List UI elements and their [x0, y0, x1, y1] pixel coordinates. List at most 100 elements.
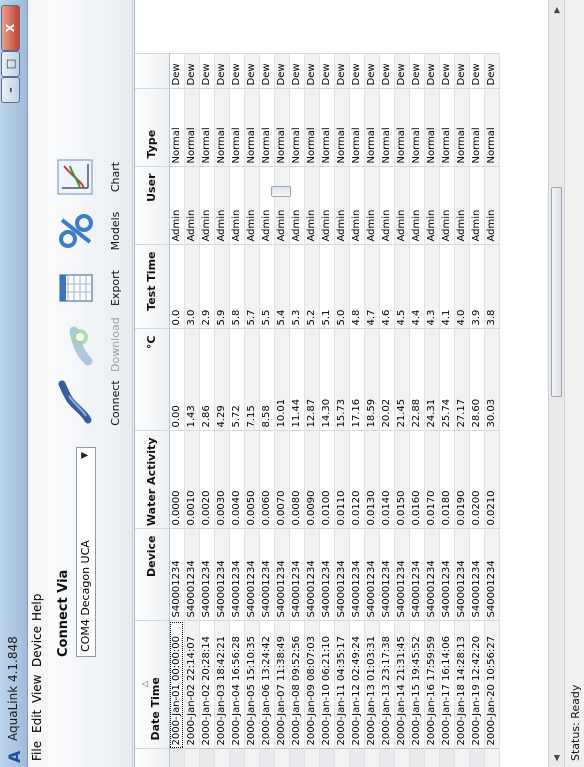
temperature-cell[interactable]: 24.31 [424, 329, 439, 431]
device-cell[interactable]: S40001234 [244, 529, 259, 621]
horizontal-scroll-thumb[interactable] [551, 187, 562, 397]
extra-cell[interactable]: Dew [484, 54, 499, 89]
menu-edit[interactable]: Edit [30, 710, 44, 733]
extra-cell[interactable]: Dew [199, 54, 214, 89]
test-time-cell[interactable]: 5.5 [259, 245, 274, 329]
temperature-cell[interactable]: 7.15 [244, 329, 259, 431]
device-cell[interactable]: S40001234 [349, 529, 364, 621]
datetime-cell[interactable]: 2000-Jan-14 21:31:45 [394, 621, 409, 749]
table-row[interactable]: 2000-Jan-19 12:42:20 S40001234 0.0200 28.60… [469, 54, 484, 767]
temperature-cell[interactable]: 20.02 [379, 329, 394, 431]
type-cell[interactable]: Normal [334, 89, 349, 167]
user-cell[interactable]: Admin [394, 167, 409, 245]
temperature-cell[interactable]: 21.45 [394, 329, 409, 431]
extra-cell[interactable]: Dew [169, 54, 184, 89]
type-cell[interactable]: Normal [229, 89, 244, 167]
datetime-cell[interactable]: 2000-Jan-02 20:28:14 [199, 621, 214, 749]
row-header-cell[interactable] [289, 749, 304, 767]
models-button[interactable]: Models [52, 205, 128, 257]
datetime-cell[interactable]: 2000-Jan-20 10:56:27 [484, 621, 499, 749]
water-activity-cell[interactable]: 0.0040 [229, 431, 244, 529]
temperature-cell[interactable]: 0.00 [169, 329, 184, 431]
test-time-cell[interactable]: 4.6 [379, 245, 394, 329]
extra-cell[interactable]: Dew [214, 54, 229, 89]
device-cell[interactable]: S40001234 [409, 529, 424, 621]
table-row[interactable]: 2000-Jan-13 23:17:38 S40001234 0.0140 20.02… [379, 54, 394, 767]
extra-cell[interactable]: Dew [319, 54, 334, 89]
device-cell[interactable]: S40001234 [184, 529, 199, 621]
test-time-cell[interactable]: 4.8 [349, 245, 364, 329]
row-header-cell[interactable] [394, 749, 409, 767]
water-activity-cell[interactable]: 0.0020 [199, 431, 214, 529]
device-cell[interactable]: S40001234 [364, 529, 379, 621]
user-cell[interactable]: Admin [184, 167, 199, 245]
extra-cell[interactable]: Dew [454, 54, 469, 89]
temperature-cell[interactable]: 28.60 [469, 329, 484, 431]
temperature-cell[interactable]: 11.44 [289, 329, 304, 431]
type-cell[interactable]: Normal [244, 89, 259, 167]
water-activity-cell[interactable]: 0.0090 [304, 431, 319, 529]
row-header-cell[interactable] [259, 749, 274, 767]
device-cell[interactable]: S40001234 [469, 529, 484, 621]
test-time-cell[interactable]: 3.8 [484, 245, 499, 329]
extra-cell[interactable]: Dew [334, 54, 349, 89]
row-header-cell[interactable] [199, 749, 214, 767]
table-row[interactable]: 2000-Jan-01 00:00:00 S40001234 0.0000 0.00 0… [169, 54, 184, 767]
table-row[interactable]: 2000-Jan-06 13:24:42 S40001234 0.0060 8.58 5… [259, 54, 274, 767]
water-activity-cell[interactable]: 0.0060 [259, 431, 274, 529]
maximize-button[interactable]: □ [1, 51, 20, 77]
user-cell[interactable]: Admin [304, 167, 319, 245]
water-activity-cell[interactable]: 0.0030 [214, 431, 229, 529]
extra-cell[interactable]: Dew [364, 54, 379, 89]
water-activity-cell[interactable]: 0.0130 [364, 431, 379, 529]
column-header-extra[interactable] [135, 54, 169, 89]
extra-cell[interactable]: Dew [244, 54, 259, 89]
device-cell[interactable]: S40001234 [379, 529, 394, 621]
results-grid[interactable]: △ Date Time Device Water Activity °C Tes… [134, 0, 564, 767]
temperature-cell[interactable]: 10.01 [274, 329, 289, 431]
device-cell[interactable]: S40001234 [424, 529, 439, 621]
user-cell[interactable]: Admin [364, 167, 379, 245]
table-row[interactable]: 2000-Jan-09 08:07:03 S40001234 0.0090 12.87… [304, 54, 319, 767]
device-cell[interactable]: S40001234 [439, 529, 454, 621]
test-time-cell[interactable]: 5.9 [214, 245, 229, 329]
test-time-cell[interactable]: 5.0 [334, 245, 349, 329]
temperature-cell[interactable]: 1.43 [184, 329, 199, 431]
chart-button[interactable]: Chart [52, 151, 128, 203]
table-row[interactable]: 2000-Jan-15 19:45:52 S40001234 0.0160 22.88… [409, 54, 424, 767]
table-row[interactable]: 2000-Jan-07 11:38:49 S40001234 0.0070 10.01… [274, 54, 289, 767]
row-header-cell[interactable] [454, 749, 469, 767]
temperature-cell[interactable]: 30.03 [484, 329, 499, 431]
datetime-cell[interactable]: 2000-Jan-05 15:10:35 [244, 621, 259, 749]
device-cell[interactable]: S40001234 [229, 529, 244, 621]
connect-button[interactable]: Connect [52, 377, 128, 429]
test-time-cell[interactable]: 4.1 [439, 245, 454, 329]
table-row[interactable]: 2000-Jan-17 16:14:06 S40001234 0.0180 25.74… [439, 54, 454, 767]
type-cell[interactable]: Normal [199, 89, 214, 167]
row-header-cell[interactable] [229, 749, 244, 767]
export-button[interactable]: Export [52, 262, 128, 314]
test-time-cell[interactable]: 5.3 [289, 245, 304, 329]
temperature-cell[interactable]: 18.59 [364, 329, 379, 431]
table-row[interactable]: 2000-Jan-02 20:28:14 S40001234 0.0020 2.86 2… [199, 54, 214, 767]
test-time-cell[interactable]: 4.0 [454, 245, 469, 329]
water-activity-cell[interactable]: 0.0100 [319, 431, 334, 529]
temperature-cell[interactable]: 12.87 [304, 329, 319, 431]
water-activity-cell[interactable]: 0.0160 [409, 431, 424, 529]
row-header-cell[interactable] [214, 749, 229, 767]
type-cell[interactable]: Normal [289, 89, 304, 167]
type-cell[interactable]: Normal [469, 89, 484, 167]
type-cell[interactable]: Normal [319, 89, 334, 167]
menu-help[interactable]: Help [30, 594, 44, 621]
row-header-cell[interactable] [319, 749, 334, 767]
extra-cell[interactable]: Dew [394, 54, 409, 89]
row-header-cell[interactable] [304, 749, 319, 767]
extra-cell[interactable]: Dew [274, 54, 289, 89]
download-button[interactable]: Download [52, 317, 128, 372]
test-time-cell[interactable]: 3.9 [469, 245, 484, 329]
dropdown-arrow-icon[interactable]: ▼ [80, 452, 90, 459]
test-time-cell[interactable]: 4.4 [409, 245, 424, 329]
row-header-cell[interactable] [184, 749, 199, 767]
datetime-cell[interactable]: 2000-Jan-08 09:52:56 [289, 621, 304, 749]
datetime-cell[interactable]: 2000-Jan-04 16:56:28 [229, 621, 244, 749]
